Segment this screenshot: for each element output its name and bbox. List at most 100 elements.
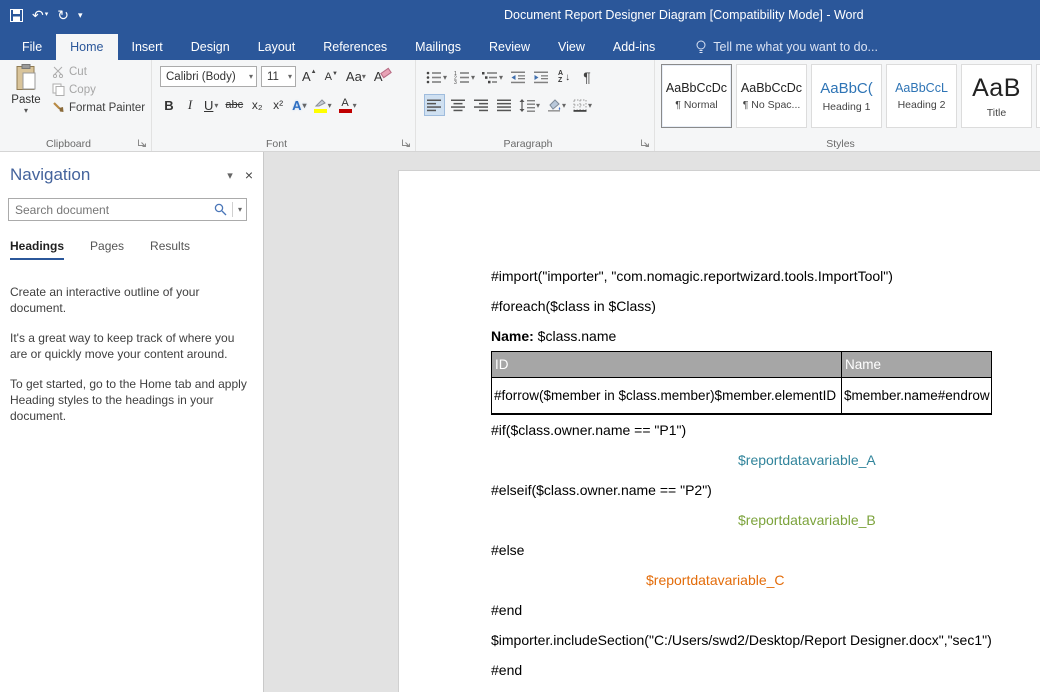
tab-mailings[interactable]: Mailings: [401, 34, 475, 60]
nav-tab-pages[interactable]: Pages: [90, 239, 124, 260]
paragraph-dialog-launcher[interactable]: [640, 138, 651, 149]
tab-design[interactable]: Design: [177, 34, 244, 60]
tab-layout[interactable]: Layout: [244, 34, 310, 60]
font-dialog-launcher[interactable]: [401, 138, 412, 149]
font-name-dropdown-icon: ▾: [249, 72, 253, 81]
grow-arrow-icon: ▲: [311, 69, 317, 75]
grow-font-icon: A: [302, 69, 311, 84]
template-line-end-1[interactable]: #end: [491, 595, 1040, 625]
template-line-foreach[interactable]: #foreach($class in $Class): [491, 291, 1040, 321]
style-no-spacing[interactable]: AaBbCcDc ¶ No Spac...: [736, 64, 807, 128]
paragraph-group: ▾ 123 ▾ ▾ AZ ↓: [416, 60, 655, 151]
search-icon[interactable]: [214, 203, 227, 216]
align-right-button[interactable]: [471, 94, 491, 116]
subscript-button[interactable]: x₂: [248, 94, 266, 116]
template-line-var-b[interactable]: $reportdatavariable_B: [491, 505, 1040, 535]
undo-dropdown-icon: ▾: [45, 8, 49, 22]
justify-button[interactable]: [494, 94, 514, 116]
template-line-if[interactable]: #if($class.owner.name == "P1"): [491, 415, 1040, 445]
superscript-button[interactable]: x²: [269, 94, 287, 116]
nav-tab-headings[interactable]: Headings: [10, 239, 64, 260]
search-dropdown-icon[interactable]: ▾: [238, 205, 242, 214]
svg-text:3: 3: [454, 80, 457, 84]
style-title[interactable]: AaB Title: [961, 64, 1032, 128]
shrink-arrow-icon: ▼: [332, 71, 338, 77]
paste-button[interactable]: Paste ▾: [4, 64, 48, 132]
undo-icon: ↶: [32, 8, 44, 22]
grow-font-button[interactable]: A▲: [300, 66, 319, 87]
shrink-font-button[interactable]: A▼: [323, 66, 340, 87]
borders-button[interactable]: ▾: [571, 94, 594, 116]
copy-button[interactable]: Copy: [52, 83, 145, 96]
navigation-title: Navigation: [10, 165, 215, 185]
pane-options-button[interactable]: ▾: [227, 169, 233, 182]
undo-button[interactable]: ↶▾: [32, 8, 48, 22]
style-heading-2[interactable]: AaBbCcL Heading 2: [886, 64, 957, 128]
align-center-button[interactable]: [448, 94, 468, 116]
strikethrough-button[interactable]: abc: [223, 94, 245, 116]
show-hide-marks-button[interactable]: ¶: [577, 66, 597, 88]
font-color-button[interactable]: A ▾: [337, 94, 359, 116]
italic-button[interactable]: I: [181, 94, 199, 116]
template-line-var-a[interactable]: $reportdatavariable_A: [491, 445, 1040, 475]
clipboard-small-buttons: Cut Copy Format Painter: [52, 66, 145, 114]
tab-file[interactable]: File: [8, 34, 56, 60]
template-line-var-c[interactable]: $reportdatavariable_C: [491, 565, 1040, 595]
style-heading-1[interactable]: AaBbC( Heading 1: [811, 64, 882, 128]
line-spacing-button[interactable]: ▾: [517, 94, 542, 116]
cut-button[interactable]: Cut: [52, 66, 145, 78]
save-button[interactable]: [10, 9, 23, 22]
text-effects-button[interactable]: A▾: [290, 94, 308, 116]
multilevel-list-button[interactable]: ▾: [480, 66, 505, 88]
decrease-indent-button[interactable]: [508, 66, 528, 88]
ribbon-tab-bar: File Home Insert Design Layout Reference…: [0, 30, 1040, 60]
nav-tab-results[interactable]: Results: [150, 239, 190, 260]
search-input[interactable]: [15, 203, 209, 217]
tab-home[interactable]: Home: [56, 34, 117, 60]
bullets-button[interactable]: ▾: [424, 66, 449, 88]
tab-insert[interactable]: Insert: [118, 34, 177, 60]
style-normal[interactable]: AaBbCcDc ¶ Normal: [661, 64, 732, 128]
change-case-button[interactable]: Aa▾: [344, 66, 368, 87]
document-page[interactable]: #import("importer", "com.nomagic.reportw…: [398, 170, 1040, 692]
table-header-name[interactable]: Name: [842, 352, 992, 378]
style-sample: AaB: [972, 74, 1021, 103]
tab-references[interactable]: References: [309, 34, 401, 60]
template-line-end-2[interactable]: #end: [491, 655, 1040, 685]
table-header-id[interactable]: ID: [492, 352, 842, 378]
table-cell-membername[interactable]: $member.name#endrow: [842, 378, 992, 414]
underline-button[interactable]: U▾: [202, 94, 220, 116]
style-subtitle-partial[interactable]: Aa S: [1036, 64, 1040, 128]
redo-button[interactable]: ↻: [57, 8, 69, 22]
align-left-button[interactable]: [424, 94, 445, 116]
style-sample: AaBbC(: [820, 80, 873, 97]
clipboard-dialog-launcher[interactable]: [137, 138, 148, 149]
customize-qat-button[interactable]: ▾: [78, 8, 83, 22]
copy-label: Copy: [69, 84, 96, 96]
tab-review[interactable]: Review: [475, 34, 544, 60]
font-size-combo[interactable]: 11 ▾: [261, 66, 296, 87]
close-pane-button[interactable]: ×: [245, 167, 253, 183]
template-line-elseif[interactable]: #elseif($class.owner.name == "P2"): [491, 475, 1040, 505]
tab-view[interactable]: View: [544, 34, 599, 60]
template-line-import[interactable]: #import("importer", "com.nomagic.reportw…: [491, 261, 1040, 291]
table-cell-forrow[interactable]: #forrow($member in $class.member)$member…: [492, 378, 842, 414]
font-size-value: 11: [267, 71, 279, 83]
tell-me-box[interactable]: Tell me what you want to do...: [695, 34, 878, 60]
font-name-combo[interactable]: Calibri (Body) ▾: [160, 66, 257, 87]
shading-button[interactable]: ▾: [545, 94, 568, 116]
bold-button[interactable]: B: [160, 94, 178, 116]
format-painter-button[interactable]: Format Painter: [52, 101, 145, 114]
tab-add-ins[interactable]: Add-ins: [599, 34, 669, 60]
numbering-button[interactable]: 123 ▾: [452, 66, 477, 88]
sort-button[interactable]: AZ ↓: [554, 66, 574, 88]
template-line-else[interactable]: #else: [491, 535, 1040, 565]
ribbon: Paste ▾ Cut Copy Format Painter Clipboar…: [0, 60, 1040, 152]
highlight-button[interactable]: ▾: [312, 94, 334, 116]
template-line-name[interactable]: Name: $class.name: [491, 321, 1040, 351]
align-left-icon: [427, 99, 442, 112]
clear-formatting-button[interactable]: A: [372, 66, 393, 87]
increase-indent-button[interactable]: [531, 66, 551, 88]
font-name-value: Calibri (Body): [166, 71, 236, 83]
template-line-include[interactable]: $importer.includeSection("C:/Users/swd2/…: [491, 625, 1040, 655]
